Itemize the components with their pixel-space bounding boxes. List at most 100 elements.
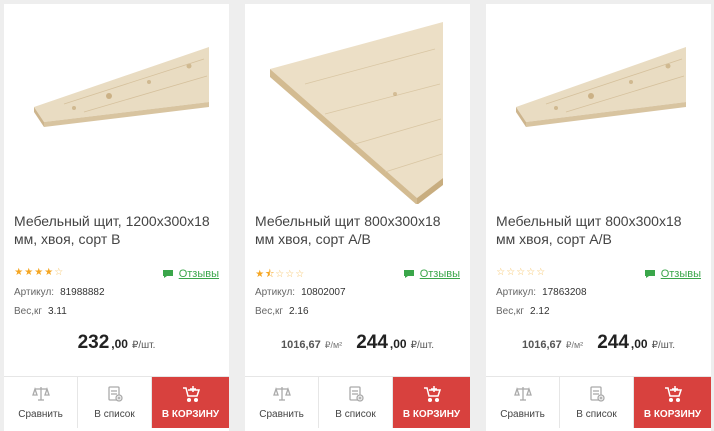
add-to-cart-button[interactable]: В КОРЗИНУ: [634, 377, 711, 428]
compare-button[interactable]: Сравнить: [4, 377, 78, 428]
star-icon: ☆: [54, 267, 64, 278]
star-icon: ★: [255, 269, 265, 280]
star-rating: ☆☆☆☆☆: [496, 267, 546, 278]
article-value: 81988882: [60, 287, 105, 298]
add-to-list-button[interactable]: В список: [78, 377, 152, 428]
list-add-icon: [589, 386, 605, 402]
star-rating: ★⯪☆☆☆: [255, 267, 305, 284]
price-row: 1016,67 ₽/м² 244,00 ₽/шт.: [486, 332, 711, 354]
cart-label: В КОРЗИНУ: [643, 409, 702, 420]
product-title[interactable]: Мебельный щит, 1200х300х18 мм, хвоя, сор…: [14, 212, 219, 248]
product-card: Мебельный щит 800х300х18 мм хвоя, сорт А…: [486, 4, 711, 431]
star-icon: ★: [44, 267, 54, 278]
weight-value: 2.12: [530, 306, 550, 317]
weight-label: Вес,кг: [255, 306, 284, 317]
price-main: 244: [356, 332, 388, 353]
card-actions: Сравнить В список В КОРЗИНУ: [245, 376, 470, 428]
price-unit: ₽/шт.: [410, 340, 434, 351]
add-to-list-button[interactable]: В список: [560, 377, 634, 428]
star-icon: ★: [34, 267, 44, 278]
star-icon: ☆: [496, 267, 506, 278]
list-add-icon: [107, 386, 123, 402]
reviews-link-label[interactable]: Отзывы: [179, 268, 219, 280]
product-title[interactable]: Мебельный щит 800х300х18 мм хвоя, сорт А…: [255, 212, 460, 248]
star-rating: ★★★★☆: [14, 267, 64, 278]
wood-board-image: [516, 47, 686, 127]
list-label: В список: [94, 409, 135, 420]
wood-board-image: [34, 47, 209, 127]
compare-button[interactable]: Сравнить: [486, 377, 560, 428]
price-cents: ,00: [630, 337, 648, 351]
star-icon: ☆: [516, 267, 526, 278]
product-card: Мебельный щит, 1200х300х18 мм, хвоя, сор…: [4, 4, 229, 431]
price-cents: ,00: [111, 337, 128, 351]
add-to-cart-button[interactable]: В КОРЗИНУ: [152, 377, 229, 428]
scales-icon: [513, 386, 532, 401]
price-row: 1016,67 ₽/м² 244,00 ₽/шт.: [245, 332, 470, 354]
article-value: 10802007: [301, 287, 346, 298]
reviews-link[interactable]: Отзывы: [644, 268, 701, 280]
weight-row: Вес,кг 2.12: [496, 306, 550, 317]
cart-label: В КОРЗИНУ: [161, 409, 220, 420]
compare-button[interactable]: Сравнить: [245, 377, 319, 428]
list-add-icon: [348, 386, 364, 402]
star-icon: ☆: [295, 269, 305, 280]
article-row: Артикул: 10802007: [255, 287, 346, 298]
chat-bubble-icon: [644, 270, 655, 278]
price-per-sqm: 1016,67: [281, 339, 321, 351]
add-to-cart-button[interactable]: В КОРЗИНУ: [393, 377, 470, 428]
chat-bubble-icon: [162, 270, 173, 278]
article-row: Артикул: 81988882: [14, 287, 105, 298]
price-per-sqm: 1016,67: [522, 339, 562, 351]
scales-icon: [272, 386, 291, 401]
add-to-list-button[interactable]: В список: [319, 377, 393, 428]
chat-bubble-icon: [403, 270, 414, 278]
star-icon: ★: [14, 267, 24, 278]
reviews-link-label[interactable]: Отзывы: [661, 268, 701, 280]
article-label: Артикул:: [255, 287, 296, 298]
compare-label: Сравнить: [259, 409, 304, 420]
list-label: В список: [576, 409, 617, 420]
price-main: 232: [77, 332, 110, 353]
weight-row: Вес,кг 2.16: [255, 306, 309, 317]
weight-value: 2.16: [289, 306, 309, 317]
price-cents: ,00: [389, 337, 407, 351]
list-label: В список: [335, 409, 376, 420]
compare-label: Сравнить: [18, 409, 63, 420]
star-icon: ☆: [536, 267, 546, 278]
article-value: 17863208: [542, 287, 587, 298]
star-icon: ☆: [526, 267, 536, 278]
product-image[interactable]: [4, 4, 229, 204]
price-per-sqm-unit: ₽/м²: [324, 340, 343, 350]
reviews-link[interactable]: Отзывы: [403, 268, 460, 280]
weight-label: Вес,кг: [496, 306, 525, 317]
cart-add-icon: [664, 386, 682, 403]
product-card: Мебельный щит 800х300х18 мм хвоя, сорт А…: [245, 4, 470, 431]
article-label: Артикул:: [496, 287, 537, 298]
star-icon: ★: [24, 267, 34, 278]
price-row: 232,00 ₽/шт.: [4, 332, 229, 354]
article-row: Артикул: 17863208: [496, 287, 587, 298]
compare-label: Сравнить: [500, 409, 545, 420]
product-image[interactable]: [245, 4, 470, 204]
wood-board-image: [270, 22, 443, 204]
price-main: 244: [597, 332, 629, 353]
star-icon: ☆: [285, 269, 295, 280]
product-image[interactable]: [486, 4, 711, 204]
price-unit: ₽/шт.: [651, 340, 675, 351]
cart-add-icon: [182, 386, 200, 403]
weight-value: 3.11: [48, 306, 67, 317]
star-icon: ☆: [506, 267, 516, 278]
star-icon: ⯪: [265, 269, 275, 280]
card-actions: Сравнить В список В КОРЗИНУ: [486, 376, 711, 428]
product-title[interactable]: Мебельный щит 800х300х18 мм хвоя, сорт А…: [496, 212, 701, 248]
scales-icon: [31, 386, 50, 401]
cart-add-icon: [423, 386, 441, 403]
star-icon: ☆: [275, 269, 285, 280]
reviews-link[interactable]: Отзывы: [162, 268, 219, 280]
weight-row: Вес,кг 3.11: [14, 306, 67, 317]
card-actions: Сравнить В список В КОРЗИНУ: [4, 376, 229, 428]
cart-label: В КОРЗИНУ: [402, 409, 461, 420]
reviews-link-label[interactable]: Отзывы: [420, 268, 460, 280]
price-unit: ₽/шт.: [131, 340, 156, 351]
